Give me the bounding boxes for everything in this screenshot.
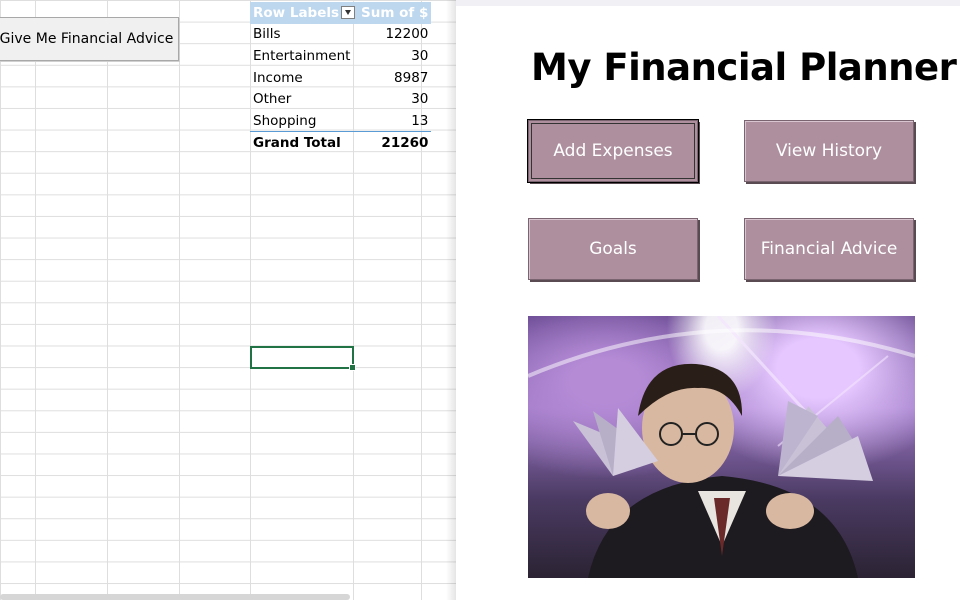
spreadsheet-grid[interactable]: Give Me Financial Advice Row Labels Sum … xyxy=(0,0,456,600)
pivot-row[interactable]: Bills 12200 xyxy=(250,24,431,46)
financial-advice-button[interactable]: Financial Advice xyxy=(744,218,914,280)
filter-dropdown-icon[interactable] xyxy=(341,6,356,20)
pivot-header-row-labels[interactable]: Row Labels xyxy=(250,2,359,24)
wizard-with-cash-illustration xyxy=(528,316,915,578)
pivot-row[interactable]: Entertainment 30 xyxy=(250,45,431,67)
pivot-header-label: Row Labels xyxy=(253,4,340,21)
goals-button[interactable]: Goals xyxy=(528,218,698,280)
pivot-row-label: Other xyxy=(253,91,292,108)
column-divider xyxy=(179,0,180,600)
pivot-row-value: 8987 xyxy=(394,69,429,86)
pivot-row[interactable]: Income 8987 xyxy=(250,67,431,89)
column-divider xyxy=(107,0,108,600)
column-divider xyxy=(35,0,36,600)
pivot-row-value: 30 xyxy=(411,47,429,64)
pivot-row-label: Income xyxy=(253,69,303,86)
active-cell-selection[interactable] xyxy=(250,346,356,371)
give-financial-advice-button[interactable]: Give Me Financial Advice xyxy=(0,17,179,61)
pivot-row-value: 12200 xyxy=(385,26,429,43)
planner-photo xyxy=(528,316,915,578)
pivot-grand-total-row[interactable]: Grand Total 21260 xyxy=(250,131,432,154)
pivot-row[interactable]: Shopping 13 xyxy=(250,110,431,132)
pivot-row[interactable]: Other 30 xyxy=(250,88,431,110)
pivot-table: Row Labels Sum of $ Bills 12200 Entertai… xyxy=(250,2,432,154)
horizontal-scrollbar[interactable] xyxy=(0,594,350,600)
pivot-row-value: 30 xyxy=(411,91,429,108)
pivot-row-value: 13 xyxy=(411,112,429,129)
financial-planner-form: My Financial Planner! Add Expenses View … xyxy=(456,0,960,600)
pivot-row-label: Shopping xyxy=(253,112,317,129)
pivot-row-label: Entertainment xyxy=(253,47,351,64)
grand-total-value: 21260 xyxy=(358,131,432,154)
pivot-header-sum[interactable]: Sum of $ xyxy=(358,2,432,24)
view-history-button[interactable]: View History xyxy=(744,120,914,182)
grand-total-label: Grand Total xyxy=(250,131,359,154)
form-title: My Financial Planner! xyxy=(531,46,960,89)
add-expenses-button[interactable]: Add Expenses xyxy=(527,119,699,183)
pivot-row-label: Bills xyxy=(253,26,281,43)
